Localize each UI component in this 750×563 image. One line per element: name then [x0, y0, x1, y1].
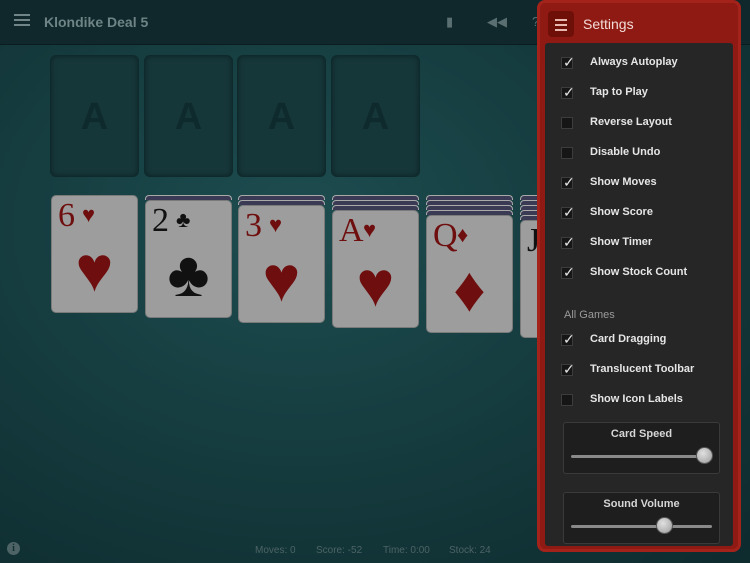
checkmark-icon: ✓	[563, 174, 575, 190]
option-label: Tap to Play	[590, 86, 648, 98]
checkbox[interactable]: ✓	[561, 234, 575, 250]
option-label: Always Autoplay	[590, 56, 678, 68]
card-suit-large: ♥	[356, 248, 395, 320]
card-rank: Q	[433, 217, 458, 254]
checkmark-icon: ✓	[563, 264, 575, 280]
option-label: Translucent Toolbar	[590, 363, 695, 375]
card-suit-small: ♣	[176, 207, 191, 232]
tableau-pile-1[interactable]: 6 ♥ ♥	[51, 195, 138, 313]
score-value: Score: -52	[316, 545, 363, 556]
checkbox[interactable]	[561, 394, 573, 406]
card-rank: 2	[152, 202, 169, 239]
tableau-pile-5[interactable]: Q ♦ ♦	[426, 195, 513, 333]
stock-count: Stock: 24	[449, 545, 491, 556]
settings-body: ✓ Always Autoplay ✓ Tap to Play Reverse Layo…	[545, 43, 733, 546]
settings-title: Settings	[583, 16, 634, 32]
settings-menu-icon[interactable]	[548, 11, 574, 37]
foundation-pile-3[interactable]: A	[237, 55, 326, 177]
card-suit-large: ♥	[75, 233, 114, 305]
checkbox[interactable]: ✓	[561, 84, 575, 100]
card-suit-small: ♦	[457, 222, 469, 247]
playing-card[interactable]: A ♥ ♥	[332, 210, 419, 328]
card-speed-track[interactable]	[571, 455, 712, 458]
card-suit-small: ♥	[269, 212, 283, 237]
rewind-icon[interactable]: ◀◀	[487, 14, 507, 30]
time-value: Time: 0:00	[383, 545, 430, 556]
checkbox[interactable]: ✓	[561, 204, 575, 220]
option-label: Show Score	[590, 206, 653, 218]
option-label: Show Timer	[590, 236, 653, 248]
sound-volume-slider-box: Sound Volume	[563, 492, 720, 544]
card-speed-label: Card Speed	[610, 428, 673, 440]
playing-card[interactable]: 2 ♣ ♣	[145, 200, 232, 318]
option-label: Show Moves	[590, 176, 657, 188]
checkbox[interactable]: ✓	[561, 264, 575, 280]
checkmark-icon: ✓	[563, 331, 575, 347]
card-suit-small: ♥	[82, 202, 96, 227]
card-speed-slider-box: Card Speed	[563, 422, 720, 474]
sound-volume-thumb[interactable]	[656, 517, 674, 534]
checkbox[interactable]	[561, 117, 573, 129]
card-speed-thumb[interactable]	[696, 447, 713, 464]
checkbox[interactable]	[561, 147, 573, 159]
option-label: Disable Undo	[590, 146, 661, 158]
foundation-label: A	[361, 96, 390, 138]
checkbox[interactable]: ✓	[561, 331, 575, 347]
option-label: Show Icon Labels	[590, 393, 683, 405]
sound-volume-label: Sound Volume	[603, 498, 680, 510]
card-rank: A	[339, 212, 364, 249]
card-rank: 3	[245, 207, 262, 244]
card-suit-small: ♥	[363, 217, 377, 242]
playing-card[interactable]: Q ♦ ♦	[426, 215, 513, 333]
settings-header: Settings	[540, 3, 738, 43]
playing-card[interactable]: 6 ♥ ♥	[51, 195, 138, 313]
option-label: Show Stock Count	[590, 266, 688, 278]
all-games-heading: All Games	[564, 309, 615, 321]
checkbox[interactable]: ✓	[561, 361, 575, 377]
card-suit-large: ♣	[167, 238, 210, 310]
foundation-label: A	[267, 96, 296, 138]
tableau-pile-4[interactable]: A ♥ ♥	[332, 195, 419, 328]
checkbox[interactable]: ✓	[561, 174, 575, 190]
settings-panel: Settings ✓ Always Autoplay ✓ Tap to Play Rev…	[537, 0, 741, 552]
tableau-pile-2[interactable]: 2 ♣ ♣	[145, 195, 232, 318]
foundation-label: A	[80, 96, 109, 138]
checkmark-icon: ✓	[563, 204, 575, 220]
foundation-label: A	[174, 96, 203, 138]
card-suit-large: ♥	[262, 243, 301, 315]
playing-card[interactable]: 3 ♥ ♥	[238, 205, 325, 323]
option-label: Reverse Layout	[590, 116, 672, 128]
book-icon[interactable]: ▮	[446, 14, 453, 30]
game-title: Klondike Deal 5	[44, 14, 149, 30]
card-rank: 6	[58, 197, 75, 234]
foundation-pile-2[interactable]: A	[144, 55, 233, 177]
checkbox[interactable]: ✓	[561, 54, 575, 70]
tableau-pile-3[interactable]: 3 ♥ ♥	[238, 195, 325, 323]
checkmark-icon: ✓	[563, 54, 575, 70]
checkmark-icon: ✓	[563, 234, 575, 250]
menu-icon[interactable]	[14, 14, 30, 28]
option-label: Card Dragging	[590, 333, 667, 345]
info-icon[interactable]: i	[7, 542, 20, 555]
foundation-pile-4[interactable]: A	[331, 55, 420, 177]
checkmark-icon: ✓	[563, 361, 575, 377]
sound-volume-track[interactable]	[571, 525, 712, 528]
foundation-pile-1[interactable]: A	[50, 55, 139, 177]
checkmark-icon: ✓	[563, 84, 575, 100]
card-suit-large: ♦	[453, 253, 486, 325]
moves-count: Moves: 0	[255, 545, 296, 556]
